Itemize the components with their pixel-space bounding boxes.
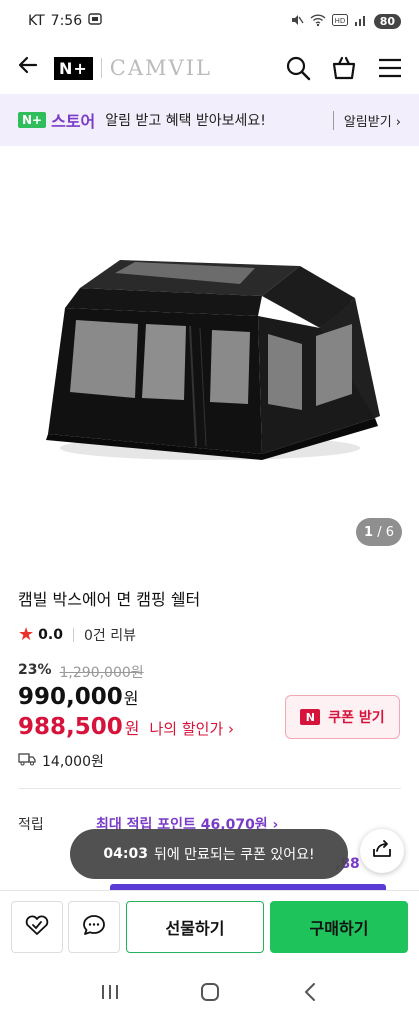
coupon-download-button[interactable]: N 쿠폰 받기 xyxy=(285,695,400,739)
toast-message: 뒤에 만료되는 쿠폰 있어요! xyxy=(153,847,315,863)
gallery-current-page: 1 xyxy=(364,524,374,540)
delivery-truck-icon xyxy=(18,752,36,770)
battery-indicator: 80 xyxy=(373,13,401,29)
volte-icon: HD xyxy=(331,13,348,29)
purchase-bar: 선물하기 구매하기 xyxy=(0,890,419,962)
shopping-bag-icon[interactable] xyxy=(331,55,357,81)
carrier-label: KT xyxy=(28,13,45,29)
store-promo-banner[interactable]: N+ 스토어 알림 받고 혜택 받아보세요! 알림받기 › xyxy=(0,94,419,146)
recent-apps-icon[interactable] xyxy=(100,983,120,1005)
system-navigation-bar xyxy=(0,964,419,1024)
star-icon: ★ xyxy=(18,624,35,645)
app-header: N+ CAMVIL xyxy=(0,42,419,94)
naver-n-icon: N xyxy=(300,709,321,725)
rating-score: 0.0 xyxy=(38,626,63,643)
home-icon[interactable] xyxy=(199,981,221,1007)
alarm-subscribe-link[interactable]: 알림받기 › xyxy=(332,110,401,130)
talktalk-chat-button[interactable] xyxy=(68,901,120,953)
sale-price: 990,000원 xyxy=(18,684,139,710)
back-icon[interactable] xyxy=(301,982,319,1006)
menu-icon[interactable] xyxy=(377,57,403,79)
discount-percent: 23% xyxy=(18,662,52,678)
wifi-icon xyxy=(310,13,326,30)
review-count[interactable]: 0건 리뷰 xyxy=(84,625,136,645)
coupon-button-label: 쿠폰 받기 xyxy=(328,710,385,726)
rating-divider xyxy=(72,627,74,642)
discount-row: 23% 1,290,000원 xyxy=(18,662,144,682)
logo-divider xyxy=(100,58,102,78)
original-price: 1,290,000원 xyxy=(59,665,144,681)
my-discount-link[interactable]: 나의 할인가 › xyxy=(150,718,235,739)
store-logo-badge[interactable]: N+ xyxy=(54,56,93,80)
rating-summary[interactable]: ★ 0.0 0건 리뷰 xyxy=(18,624,136,645)
share-icon xyxy=(371,838,393,864)
mute-icon xyxy=(290,13,304,30)
buy-button[interactable]: 구매하기 xyxy=(270,901,408,953)
product-title: 캠빌 박스에어 면 캠핑 쉘터 xyxy=(18,590,201,609)
shipping-fee-value: 14,000원 xyxy=(42,754,104,770)
back-arrow-icon[interactable] xyxy=(16,53,46,84)
coupon-expiry-toast: 04:03 뒤에 만료되는 쿠폰 있어요! xyxy=(70,829,348,879)
store-label: 스토어 xyxy=(51,112,96,131)
section-divider xyxy=(18,788,401,789)
promo-message: 알림 받고 혜택 받아보세요! xyxy=(105,113,266,129)
toast-countdown: 04:03 xyxy=(103,846,148,862)
my-discount-price[interactable]: 988,500 원 나의 할인가 › xyxy=(18,714,234,740)
naver-plus-badge: N+ xyxy=(18,112,47,128)
my-price-unit: 원 xyxy=(124,719,140,738)
signal-icon xyxy=(354,14,368,29)
svg-text:HD: HD xyxy=(334,17,345,25)
shipping-fee: 14,000원 xyxy=(18,751,104,771)
clock: 7:56 xyxy=(50,13,83,29)
gallery-total-pages: / 6 xyxy=(377,524,394,540)
points-label: 적립 xyxy=(18,817,44,833)
wishlist-button[interactable] xyxy=(11,901,63,953)
chat-bubble-icon xyxy=(81,913,107,941)
brand-logo-text[interactable]: CAMVIL xyxy=(110,56,212,80)
product-image[interactable]: 1 / 6 xyxy=(0,148,419,568)
gallery-page-indicator: 1 / 6 xyxy=(356,518,402,546)
sale-price-unit: 원 xyxy=(123,689,139,708)
status-bar: KT 7:56 HD 80 xyxy=(0,0,419,42)
sale-price-amount: 990,000 xyxy=(18,684,123,710)
heart-check-icon xyxy=(24,913,50,941)
search-icon[interactable] xyxy=(285,55,311,81)
screenshot-icon xyxy=(88,12,102,30)
my-price-amount: 988,500 xyxy=(18,714,123,740)
share-button[interactable] xyxy=(360,829,404,873)
gift-button[interactable]: 선물하기 xyxy=(126,901,264,953)
